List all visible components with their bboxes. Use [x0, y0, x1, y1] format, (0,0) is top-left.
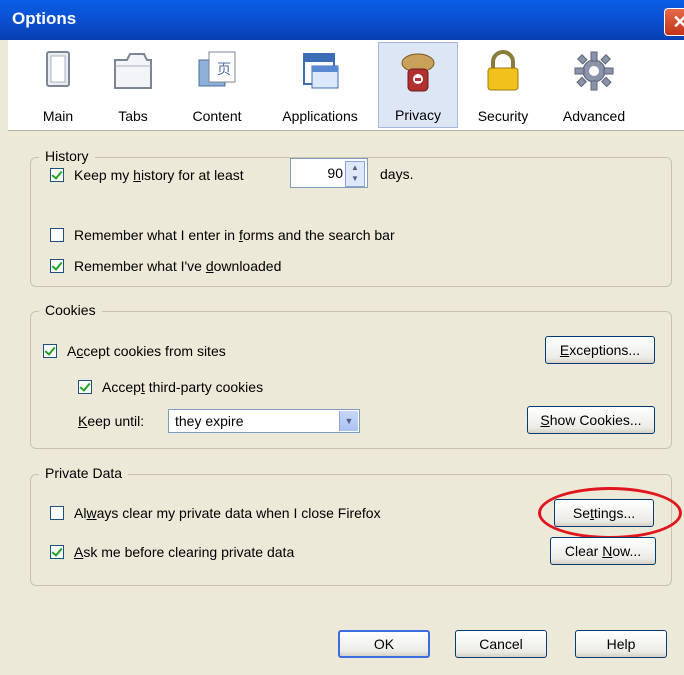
remember-forms-checkbox[interactable] — [50, 228, 64, 242]
ask-before-clearing-label: Ask me before clearing private data — [74, 544, 295, 560]
tab-label: Main — [42, 108, 74, 124]
history-days-spinner[interactable]: 90 ▲ ▼ — [290, 158, 368, 188]
cancel-button[interactable]: Cancel — [455, 630, 547, 658]
keep-until-label: Keep until: — [78, 413, 145, 429]
always-clear-checkbox[interactable] — [50, 506, 64, 520]
tab-security[interactable]: Security — [466, 42, 540, 128]
help-button[interactable]: Help — [575, 630, 667, 658]
close-icon: ✕ — [672, 12, 684, 32]
clear-now-button[interactable]: Clear Now... — [550, 537, 656, 565]
remember-forms-label: Remember what I enter in forms and the s… — [74, 227, 395, 243]
tab-label: Tabs — [118, 108, 148, 124]
private-data-legend: Private Data — [39, 465, 129, 481]
tab-tabs[interactable]: Tabs — [103, 42, 163, 128]
keep-history-checkbox[interactable] — [50, 168, 64, 182]
tab-content[interactable]: 页 Content — [178, 42, 256, 128]
remember-forms-row: Remember what I enter in forms and the s… — [50, 224, 395, 246]
accept-cookies-checkbox[interactable] — [43, 344, 57, 358]
tab-main[interactable]: Main — [28, 42, 88, 128]
third-party-label: Accept third-party cookies — [102, 379, 264, 395]
keep-until-dropdown[interactable]: they expire ▼ — [168, 409, 360, 433]
highlight-circle — [538, 487, 682, 539]
exceptions-button[interactable]: Exceptions... — [545, 336, 655, 364]
category-toolbar: Main Tabs 页 Content Applications Privacy… — [8, 40, 684, 131]
ask-before-clearing-row: Ask me before clearing private data — [50, 541, 294, 563]
tab-applications[interactable]: Applications — [270, 42, 370, 128]
privacy-mask-icon — [401, 53, 435, 92]
svg-text:页: 页 — [217, 62, 231, 78]
tab-advanced[interactable]: Advanced — [548, 42, 640, 128]
options-dialog: Options ✕ Main Tabs 页 Content Applicatio… — [0, 0, 684, 675]
tab-label: Advanced — [562, 108, 626, 124]
keep-history-row: Keep my history for at least — [50, 162, 244, 188]
third-party-row: Accept third-party cookies — [78, 376, 263, 398]
title-bar: Options ✕ — [0, 0, 684, 40]
keep-until-value: they expire — [175, 413, 244, 429]
third-party-checkbox[interactable] — [78, 380, 92, 394]
ok-button[interactable]: OK — [338, 630, 430, 658]
always-clear-row: Always clear my private data when I clos… — [50, 502, 381, 524]
tabs-icon — [114, 53, 152, 89]
remember-downloads-row: Remember what I've downloaded — [50, 255, 281, 277]
chevron-down-icon[interactable]: ▼ — [339, 411, 358, 431]
spinner-arrows-icon[interactable]: ▲ ▼ — [345, 161, 365, 187]
history-days-value: 90 — [327, 165, 343, 181]
padlock-icon — [487, 50, 519, 91]
tab-label: Content — [192, 108, 242, 124]
tab-label: Security — [477, 108, 529, 124]
ask-before-clearing-checkbox[interactable] — [50, 545, 64, 559]
tab-label: Applications — [282, 108, 358, 124]
tab-label: Privacy — [395, 107, 441, 123]
days-suffix: days. — [380, 166, 414, 182]
applications-icon — [303, 53, 339, 89]
always-clear-label: Always clear my private data when I clos… — [74, 505, 381, 521]
show-cookies-button[interactable]: Show Cookies... — [527, 406, 655, 434]
cookies-legend: Cookies — [39, 302, 102, 318]
keep-history-label: Keep my history for at least — [74, 167, 244, 183]
remember-downloads-checkbox[interactable] — [50, 259, 64, 273]
main-window-icon — [46, 51, 70, 87]
remember-downloads-label: Remember what I've downloaded — [74, 258, 282, 274]
tab-privacy[interactable]: Privacy — [378, 42, 458, 128]
close-button[interactable]: ✕ — [664, 8, 684, 36]
accept-cookies-row: Accept cookies from sites — [43, 340, 226, 362]
window-title: Options — [12, 9, 77, 28]
content-icon: 页 — [198, 51, 236, 87]
accept-cookies-label: Accept cookies from sites — [67, 343, 226, 359]
gear-icon — [574, 51, 614, 91]
